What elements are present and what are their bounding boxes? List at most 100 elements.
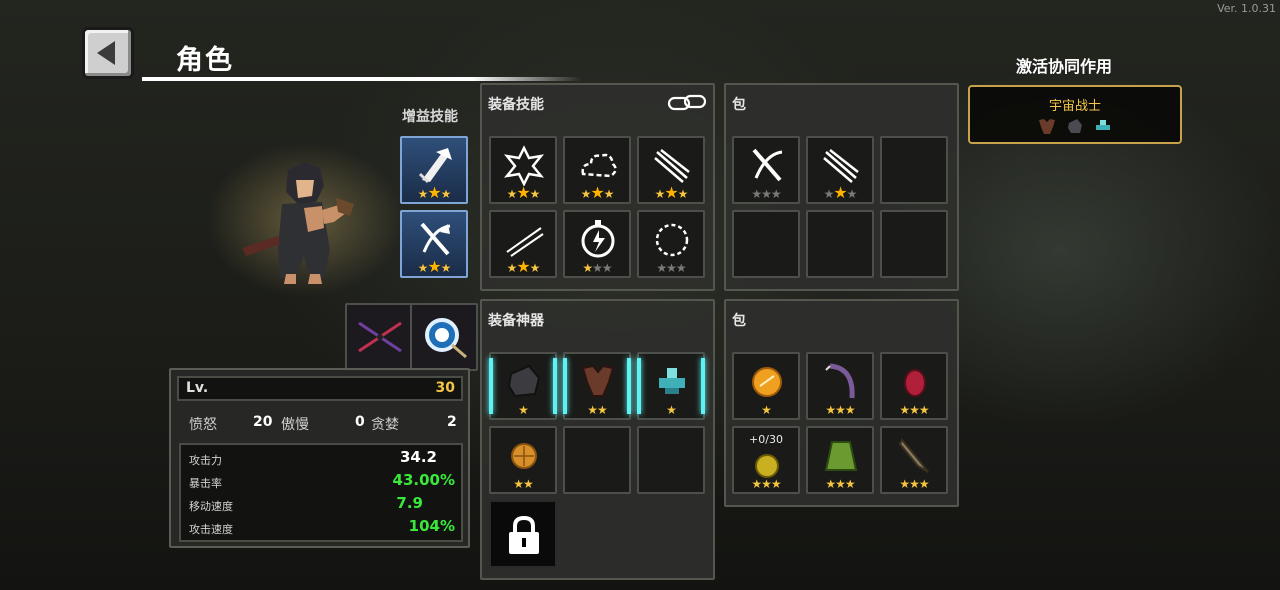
- buff-skill-slot-2[interactable]: ★★★: [400, 210, 468, 278]
- scythe-icon: [825, 363, 855, 399]
- skill-bag-slot-1[interactable]: ★★★: [732, 136, 800, 204]
- stone-icon: [507, 364, 541, 398]
- blue-orb-icon: [425, 318, 467, 359]
- artifact-bag-slot-6[interactable]: ★★★: [880, 426, 948, 494]
- chain-link-icon[interactable]: [667, 93, 709, 113]
- attribute-label: 暴击率: [189, 477, 222, 490]
- star-rating: ★★★: [580, 183, 615, 202]
- thunder-orb-icon: [581, 220, 615, 258]
- synergy-name: 宇宙战士: [1048, 99, 1101, 114]
- attribute-value: 7.9: [396, 494, 423, 512]
- star-rating: ★: [518, 403, 529, 417]
- cyan-gem-icon: [659, 368, 685, 394]
- star-rating: ★★: [587, 403, 607, 417]
- skill-bag-slot-3[interactable]: [880, 136, 948, 204]
- star-rating: ★★★: [825, 477, 855, 491]
- skill-bag-slot-5[interactable]: [806, 210, 874, 278]
- artifact-bag-slot-5[interactable]: ★★★: [806, 426, 874, 494]
- artifact-slot-5[interactable]: [563, 426, 631, 494]
- star-rating: ★★★: [751, 187, 781, 201]
- equip-skill-slot-3[interactable]: ★★★: [637, 136, 705, 204]
- crossbow-icon: [420, 222, 451, 256]
- attribute-label: 攻击速度: [189, 523, 233, 536]
- attribute-row: 暴击率 43.00%: [187, 471, 455, 493]
- attribute-label: 攻击力: [189, 454, 222, 467]
- leather-armor-icon: [1039, 119, 1055, 134]
- attribute-label: 移动速度: [189, 500, 233, 513]
- locked-artifact-slot[interactable]: [489, 500, 557, 568]
- artifact-slot-3[interactable]: ★: [637, 352, 705, 420]
- artifact-bag-title: 包: [732, 313, 746, 329]
- trait-value: 2: [447, 414, 457, 430]
- artifact-slot-1[interactable]: ★: [489, 352, 557, 420]
- trait-label: 傲慢: [281, 417, 309, 433]
- attribute-value: 34.2: [399, 448, 437, 466]
- equip-skill-slot-4[interactable]: ★★★: [489, 210, 557, 278]
- skill-bag-title: 包: [732, 97, 746, 113]
- level-label: Lv.: [186, 380, 209, 396]
- version-label: Ver. 1.0.31: [1217, 2, 1276, 15]
- weapon-slot-2[interactable]: [410, 303, 478, 371]
- title-underline: [142, 77, 582, 81]
- skill-bag-slot-2[interactable]: ★★★: [806, 136, 874, 204]
- traits-row: 愤怒 20 傲慢 0 贪婪 2: [189, 414, 459, 433]
- star-rating: ★★★: [417, 183, 452, 202]
- sword-burst-icon: [418, 148, 452, 184]
- stone-icon: [1068, 119, 1082, 133]
- page-title: 角色: [176, 45, 234, 76]
- character-sprite: [242, 162, 354, 284]
- explosion-icon: [503, 145, 545, 186]
- attribute-row: 攻击力 34.2: [187, 448, 455, 470]
- star-rating: ★★: [513, 477, 533, 491]
- star-rating: ★★★: [417, 257, 452, 276]
- trait-value: 20: [253, 414, 273, 430]
- level-value: 30: [435, 380, 455, 396]
- equip-skill-slot-5[interactable]: ★★★: [563, 210, 631, 278]
- drill-icon: [898, 438, 929, 473]
- upgrade-count: +0/30: [749, 433, 783, 446]
- equip-artifacts-title: 装备神器: [488, 313, 544, 329]
- crossed-blades-icon: [358, 321, 402, 353]
- artifact-slot-4[interactable]: ★★: [489, 426, 557, 494]
- trait-label: 愤怒: [189, 417, 217, 433]
- star-rating: ★★★: [823, 183, 858, 202]
- level-row: Lv. 30: [177, 376, 463, 401]
- back-arrow-icon: [97, 41, 115, 65]
- attribute-row: 攻击速度 104%: [187, 517, 455, 539]
- buff-skill-slot-1[interactable]: ★★★: [400, 136, 468, 204]
- red-egg-icon: [904, 369, 926, 397]
- star-rating: ★★★: [825, 403, 855, 417]
- claw-slash-icon: [823, 149, 859, 183]
- equip-skill-slot-2[interactable]: ★★★: [563, 136, 631, 204]
- artifact-bag-slot-3[interactable]: ★★★: [880, 352, 948, 420]
- trait-label: 贪婪: [371, 417, 399, 433]
- star-rating: ★: [666, 403, 677, 417]
- artifact-bag-slot-4[interactable]: +0/30 ★★★: [732, 426, 800, 494]
- artifact-bag-slot-2[interactable]: ★★★: [806, 352, 874, 420]
- equip-skill-slot-6[interactable]: ★★★: [637, 210, 705, 278]
- artifact-slot-2[interactable]: ★★: [563, 352, 631, 420]
- amber-orb-icon: [752, 367, 782, 397]
- star-rating: ★★★: [506, 257, 541, 276]
- equip-skill-slot-1[interactable]: ★★★: [489, 136, 557, 204]
- artifact-bag-slot-1[interactable]: ★: [732, 352, 800, 420]
- stats-panel: Lv. 30 愤怒 20 傲慢 0 贪婪 2 攻击力 34.2 暴击率 43.0…: [169, 368, 470, 548]
- star-rating: ★★★: [656, 261, 686, 275]
- cyan-gem-icon: [1096, 120, 1110, 130]
- back-button[interactable]: [82, 27, 134, 79]
- skill-bag-slot-6[interactable]: [880, 210, 948, 278]
- lightning-slash-icon: [506, 227, 544, 257]
- skill-bag-slot-4[interactable]: [732, 210, 800, 278]
- attribute-value: 104%: [408, 517, 455, 535]
- buff-skills-label: 增益技能: [402, 109, 458, 125]
- star-rating: ★★★: [899, 403, 929, 417]
- attribute-list: 攻击力 34.2 暴击率 43.00% 移动速度 7.9 攻击速度 104%: [179, 443, 463, 542]
- weapon-slot-1[interactable]: [345, 303, 413, 371]
- smoke-cloud-icon: [581, 153, 617, 178]
- artifact-slot-6[interactable]: [637, 426, 705, 494]
- synergy-card[interactable]: 宇宙战士: [968, 85, 1182, 144]
- claw-slash-icon: [654, 149, 690, 183]
- star-rating: ★★★: [654, 183, 689, 202]
- star-rating: ★★★: [899, 477, 929, 491]
- attribute-row: 移动速度 7.9: [187, 494, 455, 516]
